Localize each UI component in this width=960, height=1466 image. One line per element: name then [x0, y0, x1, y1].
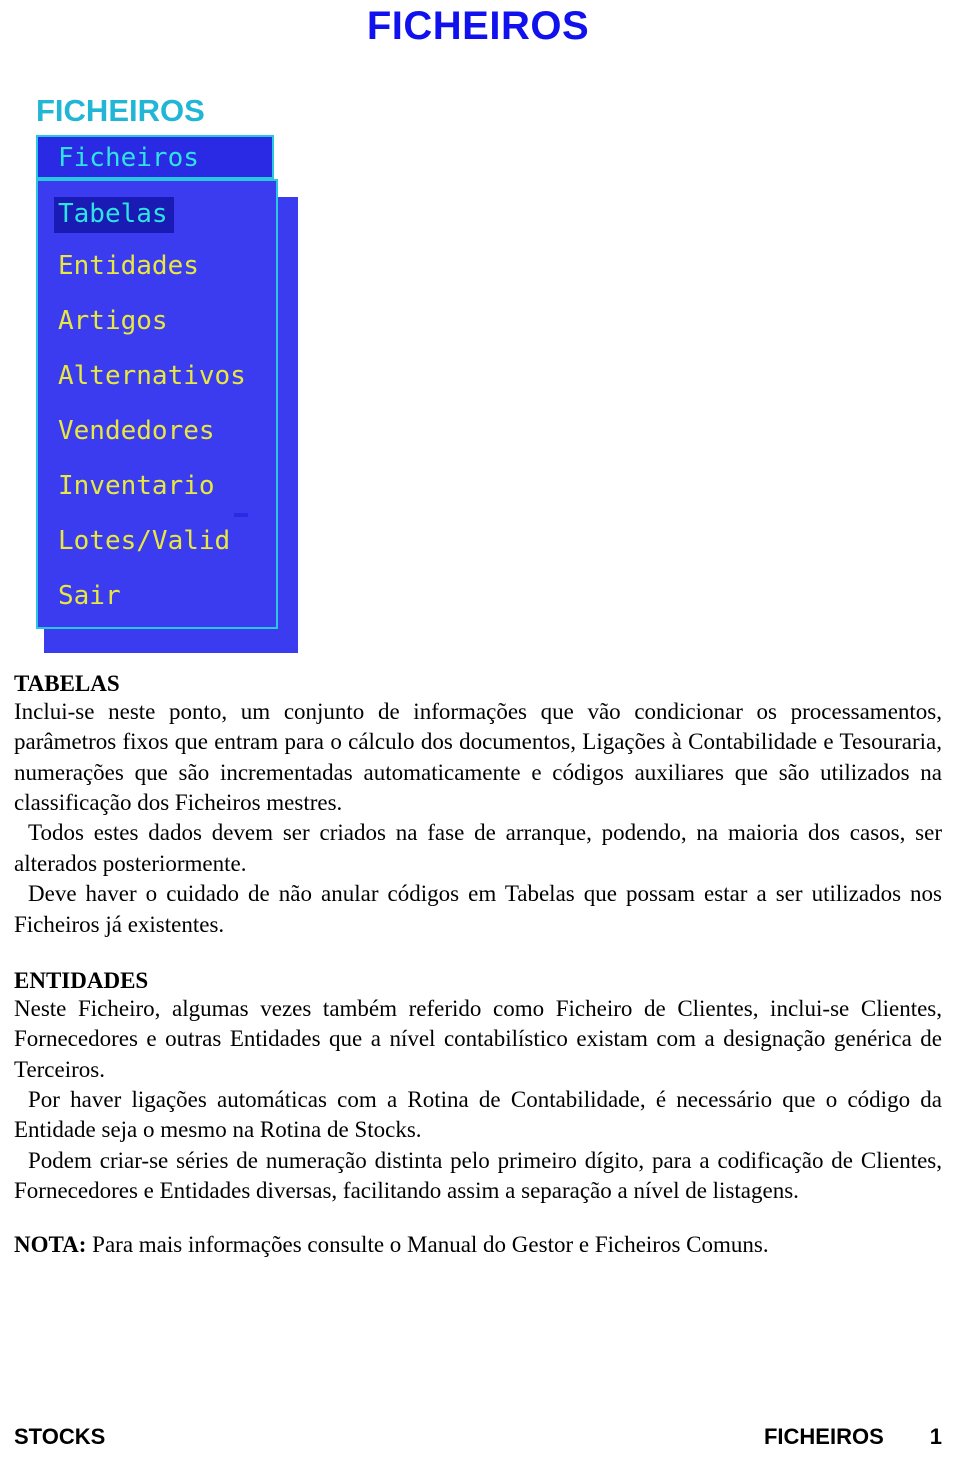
menu-item-vendedores[interactable]: Vendedores: [58, 418, 215, 444]
document-page: FICHEIROS FICHEIROS Ficheiros Tabelas En…: [0, 0, 960, 1466]
tabelas-paragraph-2: Todos estes dados devem ser criados na f…: [14, 820, 942, 876]
menu-item-inventario[interactable]: Inventario: [58, 473, 215, 499]
entidades-paragraph-3: Podem criar-se séries de numeração disti…: [14, 1147, 942, 1204]
menu-item-entidades[interactable]: Entidades: [58, 253, 199, 279]
section-heading: FICHEIROS: [36, 93, 205, 128]
page-footer: STOCKS FICHEIROS 1: [14, 1424, 942, 1450]
menu-item-lotes-valid[interactable]: Lotes/Valid: [58, 528, 230, 554]
menu-item-tabelas[interactable]: Tabelas: [54, 197, 174, 233]
menu-window-title: Ficheiros: [58, 143, 199, 173]
menu-panel: [36, 179, 278, 629]
document-title: FICHEIROS: [366, 4, 590, 48]
menu-item-artigos[interactable]: Artigos: [58, 308, 168, 334]
menu-item-sair[interactable]: Sair: [58, 583, 121, 609]
footer-left-label: STOCKS: [14, 1424, 106, 1449]
note-line: NOTA: Para mais informações consulte o M…: [14, 1232, 942, 1258]
tabelas-paragraph-3: Deve haver o cuidado de não anular códig…: [14, 881, 942, 937]
menu-cursor-indicator: [234, 513, 248, 517]
entidades-paragraph-1: Neste Ficheiro, algumas vezes também ref…: [14, 995, 942, 1082]
subheading-entidades: ENTIDADES: [14, 967, 149, 993]
entidades-paragraph-2: Por haver ligações automáticas com a Rot…: [14, 1086, 942, 1143]
menu-item-alternativos[interactable]: Alternativos: [58, 363, 246, 389]
note-text: Para mais informações consulte o Manual …: [86, 1232, 769, 1258]
note-label: NOTA:: [14, 1232, 87, 1258]
subheading-tabelas: TABELAS: [14, 671, 120, 696]
dos-menu-screenshot: Ficheiros Tabelas Entidades Artigos Alte…: [36, 135, 298, 653]
footer-section-label: FICHEIROS: [763, 1424, 884, 1449]
footer-page-number: 1: [929, 1424, 942, 1449]
tabelas-paragraph-1: Inclui-se neste ponto, um conjunto de in…: [14, 699, 942, 816]
